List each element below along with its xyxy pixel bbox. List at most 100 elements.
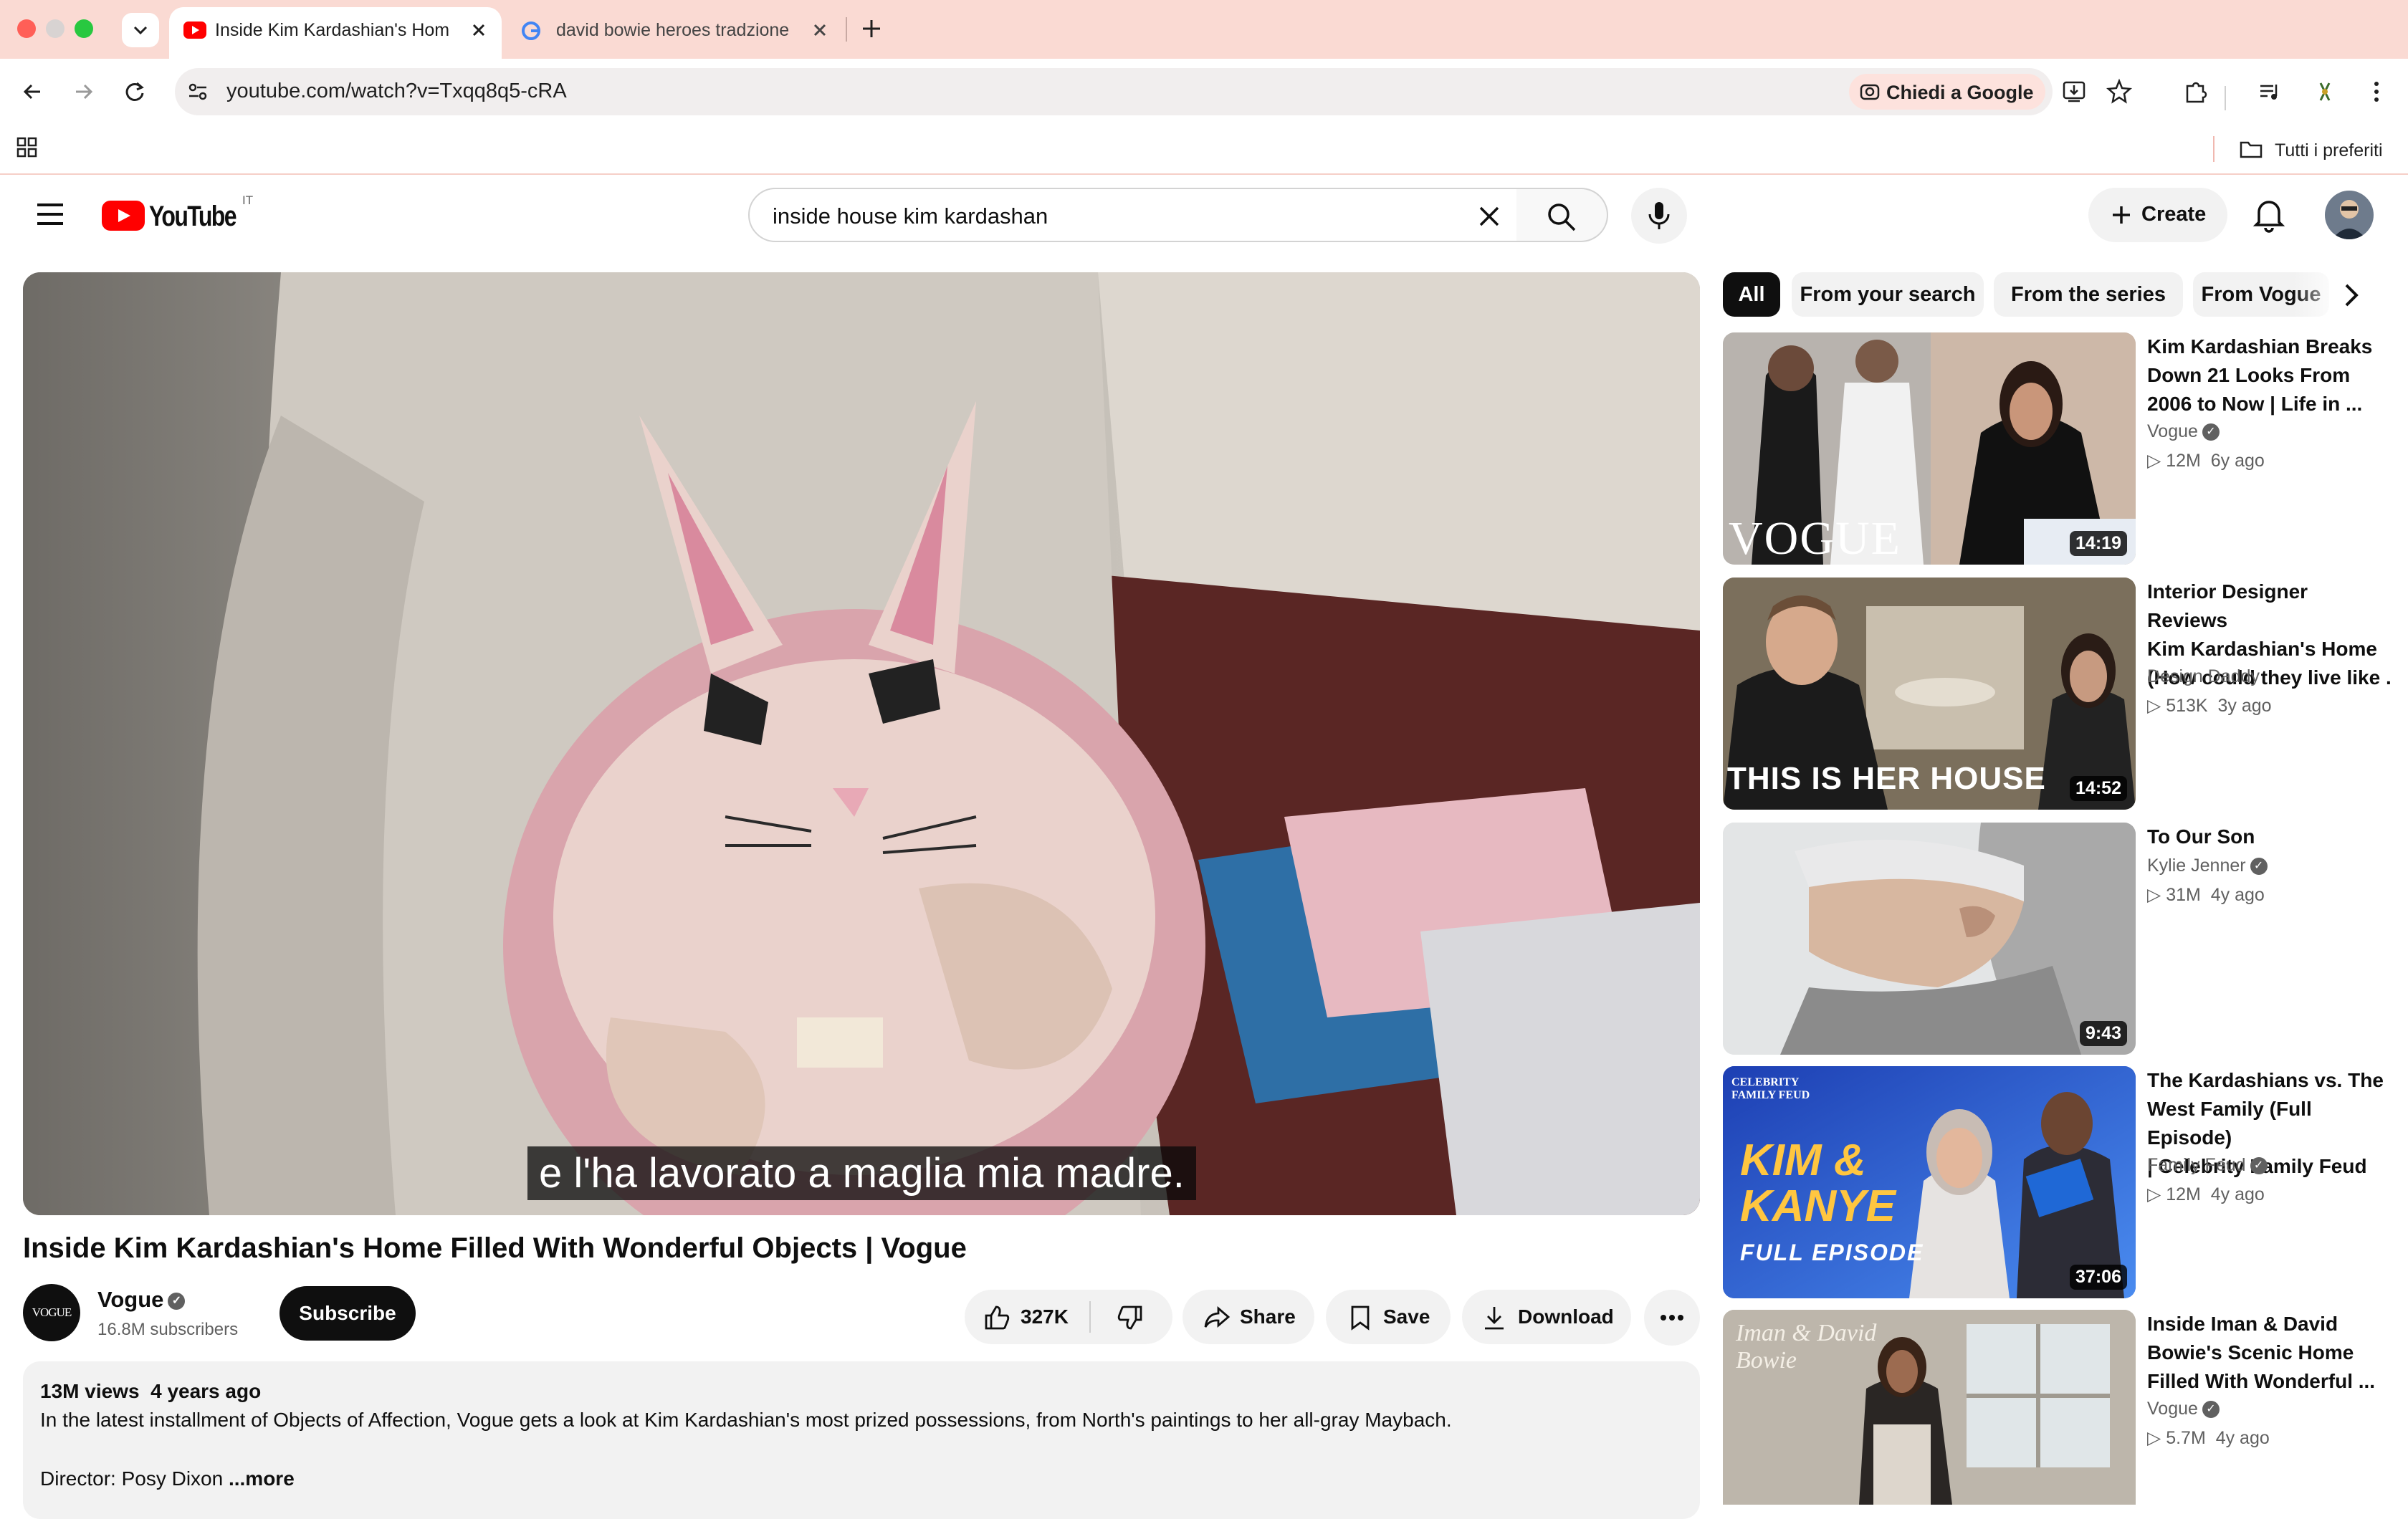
close-window-button[interactable] bbox=[17, 19, 36, 38]
more-link[interactable]: ...more bbox=[229, 1467, 295, 1490]
video-title[interactable]: To Our Son bbox=[2147, 823, 2391, 851]
play-icon: ▷ bbox=[2147, 1184, 2161, 1204]
description-box[interactable]: 13M views 4 years ago In the latest inst… bbox=[23, 1361, 1700, 1519]
ask-google-label: Chiedi a Google bbox=[1886, 82, 2034, 103]
title-line: Down 21 Looks From bbox=[2147, 364, 2351, 386]
new-tab-icon[interactable] bbox=[859, 16, 884, 42]
channel-avatar[interactable]: VOGUE bbox=[23, 1284, 80, 1341]
close-tab-icon[interactable] bbox=[807, 17, 833, 43]
channel-name-row[interactable]: Vogue ✓ bbox=[97, 1287, 186, 1313]
bookmark-star-icon[interactable] bbox=[2106, 78, 2133, 105]
video-thumbnail[interactable]: CELEBRITY FAMILY FEUD KIM & KANYE FULL E… bbox=[1723, 1066, 2136, 1298]
video-title[interactable]: Inside Iman & David Bowie's Scenic Home … bbox=[2147, 1310, 2391, 1396]
channel-name[interactable]: Vogue bbox=[2147, 1399, 2198, 1419]
verified-icon: ✓ bbox=[2202, 1401, 2220, 1419]
view-count: 31M bbox=[2166, 885, 2201, 905]
director-credit: Director: Posy Dixon bbox=[40, 1467, 224, 1490]
address-bar[interactable]: youtube.com/watch?v=Txqq8q5-cRA Chiedi a… bbox=[175, 68, 2133, 115]
recommendation-item[interactable]: CELEBRITY FAMILY FEUD KIM & KANYE FULL E… bbox=[1723, 1066, 2397, 1298]
apps-grid-icon[interactable] bbox=[14, 135, 40, 160]
search-button[interactable] bbox=[1516, 188, 1608, 242]
account-avatar[interactable] bbox=[2325, 191, 2374, 239]
maximize-window-button[interactable] bbox=[75, 19, 93, 38]
forward-icon[interactable] bbox=[69, 77, 97, 106]
verified-icon: ✓ bbox=[168, 1292, 186, 1310]
save-icon bbox=[1351, 1305, 1370, 1331]
video-thumbnail[interactable]: 9:43 bbox=[1723, 823, 2136, 1055]
folder-icon bbox=[2240, 141, 2263, 158]
description-director: Director: Posy Dixon ...more bbox=[40, 1467, 295, 1490]
channel-name[interactable]: Vogue bbox=[2147, 421, 2198, 441]
plus-icon bbox=[2113, 206, 2130, 224]
channel-name[interactable]: Design Daddy bbox=[2147, 666, 2260, 687]
voice-search-button[interactable] bbox=[1631, 188, 1687, 244]
video-stats: ▷ 31M 4y ago bbox=[2147, 884, 2265, 906]
guide-menu-icon[interactable] bbox=[34, 199, 69, 229]
recommendation-item[interactable]: THIS IS HER HOUSE 14:52 Interior Designe… bbox=[1723, 578, 2397, 810]
filter-chip-from-search[interactable]: From your search bbox=[1792, 272, 1984, 317]
channel-name-row[interactable]: Family Feud ✓ bbox=[2147, 1155, 2268, 1176]
search-box[interactable]: inside house kim kardashan bbox=[748, 188, 1518, 242]
all-bookmarks-folder[interactable]: Tutti i preferiti bbox=[2235, 135, 2407, 163]
dislike-icon bbox=[1117, 1305, 1142, 1330]
title-line: West Family (Full Episode) bbox=[2147, 1098, 2312, 1149]
upload-age: 3y ago bbox=[2217, 696, 2272, 716]
channel-name[interactable]: Family Feud bbox=[2147, 1155, 2246, 1175]
tab-title[interactable]: david bowie heroes tradzione bbox=[556, 20, 793, 41]
filter-chip-from-series[interactable]: From the series bbox=[1994, 272, 2183, 317]
notifications-bell-icon[interactable] bbox=[2249, 193, 2289, 236]
play-icon: ▷ bbox=[2147, 696, 2161, 716]
more-actions-button[interactable] bbox=[1644, 1290, 1700, 1346]
video-title[interactable]: Kim Kardashian Breaks Down 21 Looks From… bbox=[2147, 332, 2391, 418]
browser-tab-bar: Inside Kim Kardashian's Home david bowie… bbox=[0, 0, 2408, 59]
channel-name[interactable]: Vogue bbox=[97, 1287, 163, 1312]
video-thumbnail[interactable]: VOGUE 14:19 bbox=[1723, 332, 2136, 565]
dislike-button[interactable] bbox=[1091, 1290, 1172, 1344]
share-icon bbox=[1204, 1305, 1231, 1328]
subscribe-button[interactable]: Subscribe bbox=[280, 1286, 416, 1341]
tab-youtube-video[interactable]: Inside Kim Kardashian's Home bbox=[169, 7, 502, 59]
video-thumbnail[interactable]: THIS IS HER HOUSE 14:52 bbox=[1723, 578, 2136, 810]
channel-name-row[interactable]: Kylie Jenner ✓ bbox=[2147, 856, 2268, 876]
channel-name[interactable]: Kylie Jenner bbox=[2147, 856, 2246, 876]
channel-name-row[interactable]: Vogue ✓ bbox=[2147, 1399, 2220, 1419]
create-button[interactable]: Create bbox=[2088, 188, 2227, 242]
tab-divider bbox=[846, 17, 847, 42]
filter-chip-all[interactable]: All bbox=[1723, 272, 1780, 317]
more-menu-icon[interactable] bbox=[2362, 77, 2391, 106]
media-controls-icon[interactable] bbox=[2256, 77, 2285, 106]
reload-icon[interactable] bbox=[120, 77, 149, 106]
recommendation-item[interactable]: VOGUE 14:19 Kim Kardashian Breaks Down 2… bbox=[1723, 332, 2397, 565]
video-duration: 9:43 bbox=[2079, 1021, 2127, 1046]
clear-search-icon[interactable] bbox=[1473, 201, 1505, 232]
video-stats: ▷ 12M 4y ago bbox=[2147, 1184, 2265, 1205]
chevron-right-icon[interactable] bbox=[2333, 277, 2371, 314]
tab-search-button[interactable] bbox=[122, 13, 159, 47]
youtube-logo[interactable]: YouTube IT bbox=[102, 193, 259, 234]
search-input[interactable]: inside house kim kardashan bbox=[773, 203, 1048, 229]
extensions-icon[interactable] bbox=[2182, 77, 2210, 106]
recommendation-item[interactable]: Iman & David Bowie Inside Iman & David B… bbox=[1723, 1310, 2397, 1505]
back-icon[interactable] bbox=[19, 77, 47, 106]
like-button[interactable]: 327K bbox=[965, 1290, 1089, 1344]
channel-name-row[interactable]: Vogue ✓ bbox=[2147, 421, 2220, 442]
upload-age: 4 years ago bbox=[150, 1380, 262, 1402]
video-player[interactable]: e l'ha lavorato a maglia mia madre. bbox=[23, 272, 1700, 1215]
thumbnail-subtext: FULL EPISODE bbox=[1740, 1240, 1924, 1265]
recommendation-item[interactable]: 9:43 To Our Son Kylie Jenner ✓ ▷ 31M 4y a… bbox=[1723, 823, 2397, 1055]
extension-icon[interactable] bbox=[2311, 77, 2339, 106]
download-icon bbox=[1485, 1307, 1504, 1330]
save-button[interactable]: Save bbox=[1326, 1290, 1451, 1344]
minimize-window-button[interactable] bbox=[46, 19, 64, 38]
video-thumbnail[interactable]: Iman & David Bowie bbox=[1723, 1310, 2136, 1505]
download-button[interactable]: Download bbox=[1462, 1290, 1631, 1344]
install-app-icon[interactable] bbox=[2061, 78, 2088, 105]
view-count: 12M bbox=[2166, 1184, 2201, 1204]
ask-google-button[interactable]: Chiedi a Google bbox=[1849, 74, 2045, 110]
close-tab-icon[interactable] bbox=[466, 17, 492, 43]
title-line: Kim Kardashian Breaks bbox=[2147, 335, 2373, 358]
site-settings-icon[interactable] bbox=[185, 79, 211, 105]
upload-age: 4y ago bbox=[2215, 1428, 2270, 1448]
view-count: 13M views bbox=[40, 1380, 140, 1402]
share-button[interactable]: Share bbox=[1182, 1290, 1314, 1344]
